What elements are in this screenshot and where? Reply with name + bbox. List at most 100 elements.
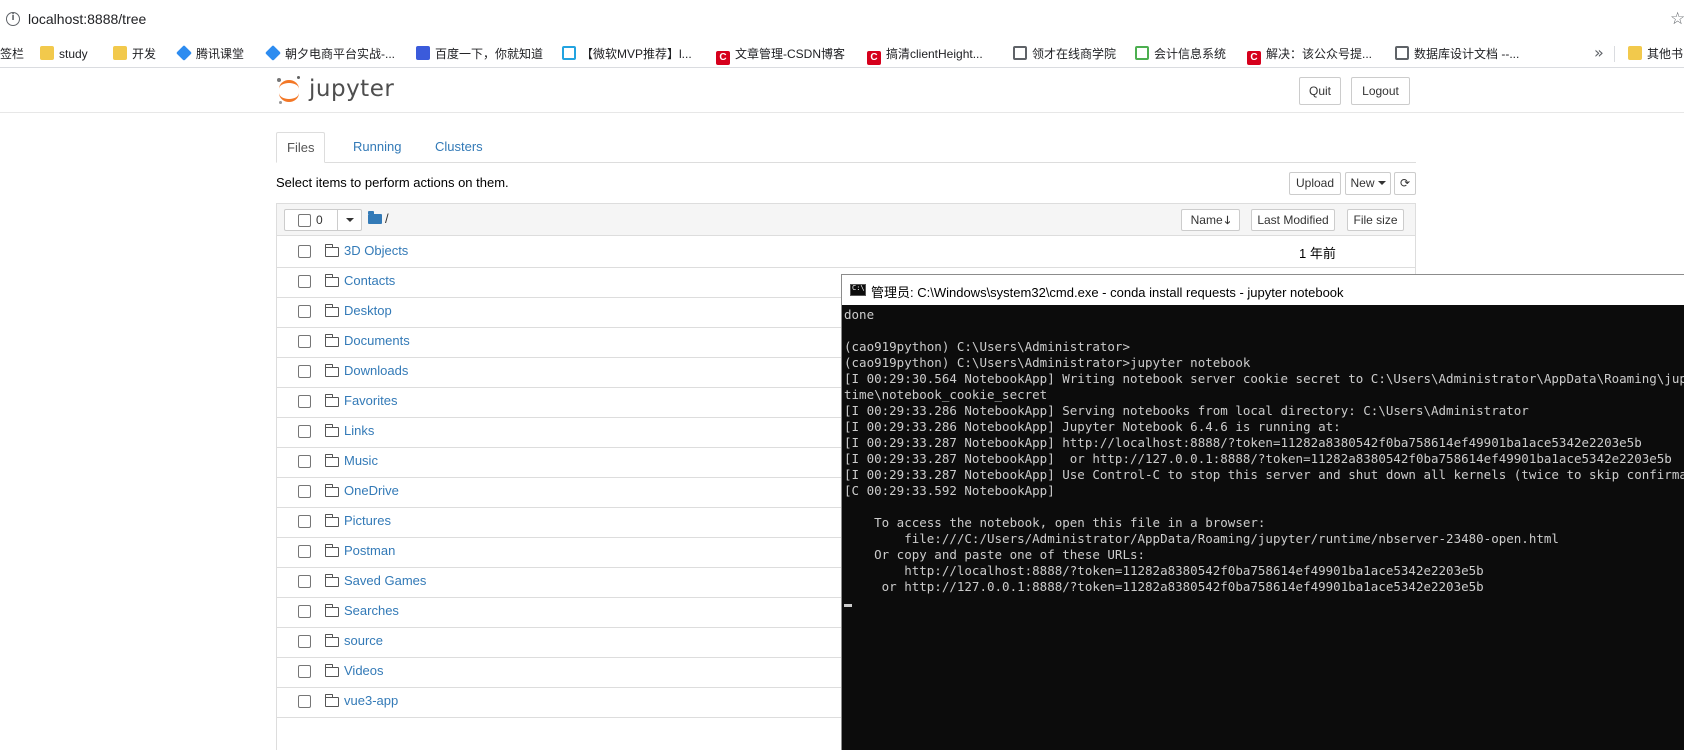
bookmark-item-csdn[interactable]: C 文章管理-CSDN博客 — [716, 45, 845, 65]
file-link[interactable]: vue3-app — [344, 693, 398, 708]
green-circle-icon — [1135, 46, 1149, 60]
console-line: [I 00:29:33.287 NotebookApp] or http://1… — [844, 451, 1672, 466]
bookmark-item[interactable]: 签栏 — [0, 45, 24, 63]
file-link[interactable]: Documents — [344, 333, 410, 348]
bookmark-item-dev[interactable]: 开发 — [113, 45, 156, 63]
row-checkbox[interactable] — [298, 455, 311, 468]
row-checkbox[interactable] — [298, 395, 311, 408]
file-link[interactable]: Videos — [344, 663, 384, 678]
upload-button[interactable]: Upload — [1289, 172, 1341, 195]
bookmark-item-wechat[interactable]: C 解决：该公众号提... — [1247, 45, 1372, 65]
zhaoxi-icon — [265, 45, 281, 61]
row-checkbox[interactable] — [298, 335, 311, 348]
file-link[interactable]: Music — [344, 453, 378, 468]
baidu-paw-icon — [416, 46, 430, 60]
bookmark-item-zhaoxi[interactable]: 朝夕电商平台实战-... — [265, 45, 395, 63]
row-checkbox[interactable] — [298, 575, 311, 588]
tencent-class-icon — [176, 45, 192, 61]
file-link[interactable]: Links — [344, 423, 374, 438]
address-bar[interactable]: i localhost:8888/tree ☆ — [0, 0, 1684, 38]
folder-icon[interactable] — [368, 211, 382, 224]
select-all-checkbox[interactable] — [298, 214, 311, 227]
console-line: To access the notebook, open this file i… — [844, 515, 1266, 530]
bookmark-item-db-doc[interactable]: 数据库设计文档 --... — [1395, 45, 1519, 63]
breadcrumb[interactable]: / — [385, 211, 389, 226]
cmd-console[interactable]: done (cao919python) C:\Users\Administrat… — [844, 307, 1684, 749]
file-link[interactable]: source — [344, 633, 383, 648]
bookmark-item-mvp[interactable]: 【微软MVP推荐】l... — [562, 45, 692, 63]
cmd-title: 管理员: C:\Windows\system32\cmd.exe - conda… — [871, 285, 1344, 300]
console-line: or http://127.0.0.1:8888/?token=11282a83… — [844, 579, 1484, 594]
bookmark-item-accounting[interactable]: 会计信息系统 — [1135, 45, 1226, 63]
console-line: [I 00:29:30.564 NotebookApp] Writing not… — [844, 371, 1684, 386]
quit-button[interactable]: Quit — [1299, 77, 1341, 105]
file-link[interactable]: Favorites — [344, 393, 397, 408]
row-checkbox[interactable] — [298, 425, 311, 438]
new-dropdown-button[interactable]: New — [1345, 172, 1391, 195]
site-info-icon[interactable]: i — [6, 12, 20, 26]
chevron-double-right-icon[interactable]: » — [1594, 43, 1604, 62]
folder-outline-icon — [325, 664, 339, 677]
file-link[interactable]: Downloads — [344, 363, 408, 378]
bookmarks-bar: 签栏 study 开发 腾讯课堂 朝夕电商平台实战-... 百度一下，你就知道 … — [0, 38, 1684, 68]
console-line: (cao919python) C:\Users\Administrator>ju… — [844, 355, 1251, 370]
caret-down-icon[interactable] — [346, 218, 354, 222]
file-link[interactable]: Desktop — [344, 303, 392, 318]
folder-outline-icon — [325, 484, 339, 497]
row-checkbox[interactable] — [298, 605, 311, 618]
row-checkbox[interactable] — [298, 545, 311, 558]
arrow-down-icon: 🡓 — [1224, 214, 1231, 227]
file-link[interactable]: Saved Games — [344, 573, 426, 588]
tab-clusters[interactable]: Clusters — [425, 132, 493, 163]
console-line: (cao919python) C:\Users\Administrator> — [844, 339, 1130, 354]
file-link[interactable]: Contacts — [344, 273, 395, 288]
bookmark-item-study[interactable]: study — [40, 45, 88, 63]
row-checkbox[interactable] — [298, 245, 311, 258]
console-line: Or copy and paste one of these URLs: — [844, 547, 1146, 562]
row-checkbox[interactable] — [298, 635, 311, 648]
file-link[interactable]: Postman — [344, 543, 395, 558]
row-checkbox[interactable] — [298, 305, 311, 318]
caret-down-icon — [1377, 181, 1386, 185]
file-link[interactable]: Searches — [344, 603, 399, 618]
row-checkbox[interactable] — [298, 365, 311, 378]
address-url[interactable]: localhost:8888/tree — [28, 11, 146, 27]
file-link[interactable]: OneDrive — [344, 483, 399, 498]
sort-name-button[interactable]: Name 🡓 — [1181, 209, 1240, 231]
bookmark-star-icon[interactable]: ☆ — [1670, 9, 1684, 29]
tab-files[interactable]: Files — [276, 132, 326, 163]
file-row[interactable]: 3D Objects 1 年前 — [277, 236, 1415, 268]
sort-last-modified-button[interactable]: Last Modified — [1251, 209, 1335, 231]
select-all-group[interactable]: 0 — [284, 209, 362, 231]
text-cursor — [844, 604, 852, 607]
bookmark-item-baidu[interactable]: 百度一下，你就知道 — [416, 45, 543, 63]
folder-outline-icon — [325, 604, 339, 617]
bookmark-item-other[interactable]: 其他书 — [1628, 45, 1683, 63]
folder-outline-icon — [325, 574, 339, 587]
bookmark-item-clientheight[interactable]: C 搞清clientHeight... — [867, 45, 983, 65]
sort-file-size-button[interactable]: File size — [1347, 209, 1404, 231]
folder-outline-icon — [325, 424, 339, 437]
row-checkbox[interactable] — [298, 515, 311, 528]
folder-outline-icon — [325, 454, 339, 467]
row-checkbox[interactable] — [298, 275, 311, 288]
cmd-window[interactable]: 管理员: C:\Windows\system32\cmd.exe - conda… — [841, 274, 1684, 750]
tab-running[interactable]: Running — [343, 132, 411, 163]
folder-outline-icon — [325, 634, 339, 647]
row-checkbox[interactable] — [298, 485, 311, 498]
row-checkbox[interactable] — [298, 695, 311, 708]
refresh-button[interactable]: ⟳ — [1394, 172, 1416, 195]
bookmark-item-lingcai[interactable]: 领才在线商学院 — [1013, 45, 1116, 63]
file-link[interactable]: Pictures — [344, 513, 391, 528]
folder-outline-icon — [325, 694, 339, 707]
bookmarks-divider — [1614, 46, 1615, 62]
file-link[interactable]: 3D Objects — [344, 243, 408, 258]
folder-icon — [113, 46, 127, 60]
logout-button[interactable]: Logout — [1351, 77, 1410, 105]
console-line: file:///C:/Users/Administrator/AppData/R… — [844, 531, 1559, 546]
cmd-title-bar[interactable]: 管理员: C:\Windows\system32\cmd.exe - conda… — [842, 274, 1684, 305]
selected-count: 0 — [316, 213, 323, 227]
bookmark-item-tencent[interactable]: 腾讯课堂 — [176, 45, 244, 63]
row-checkbox[interactable] — [298, 665, 311, 678]
